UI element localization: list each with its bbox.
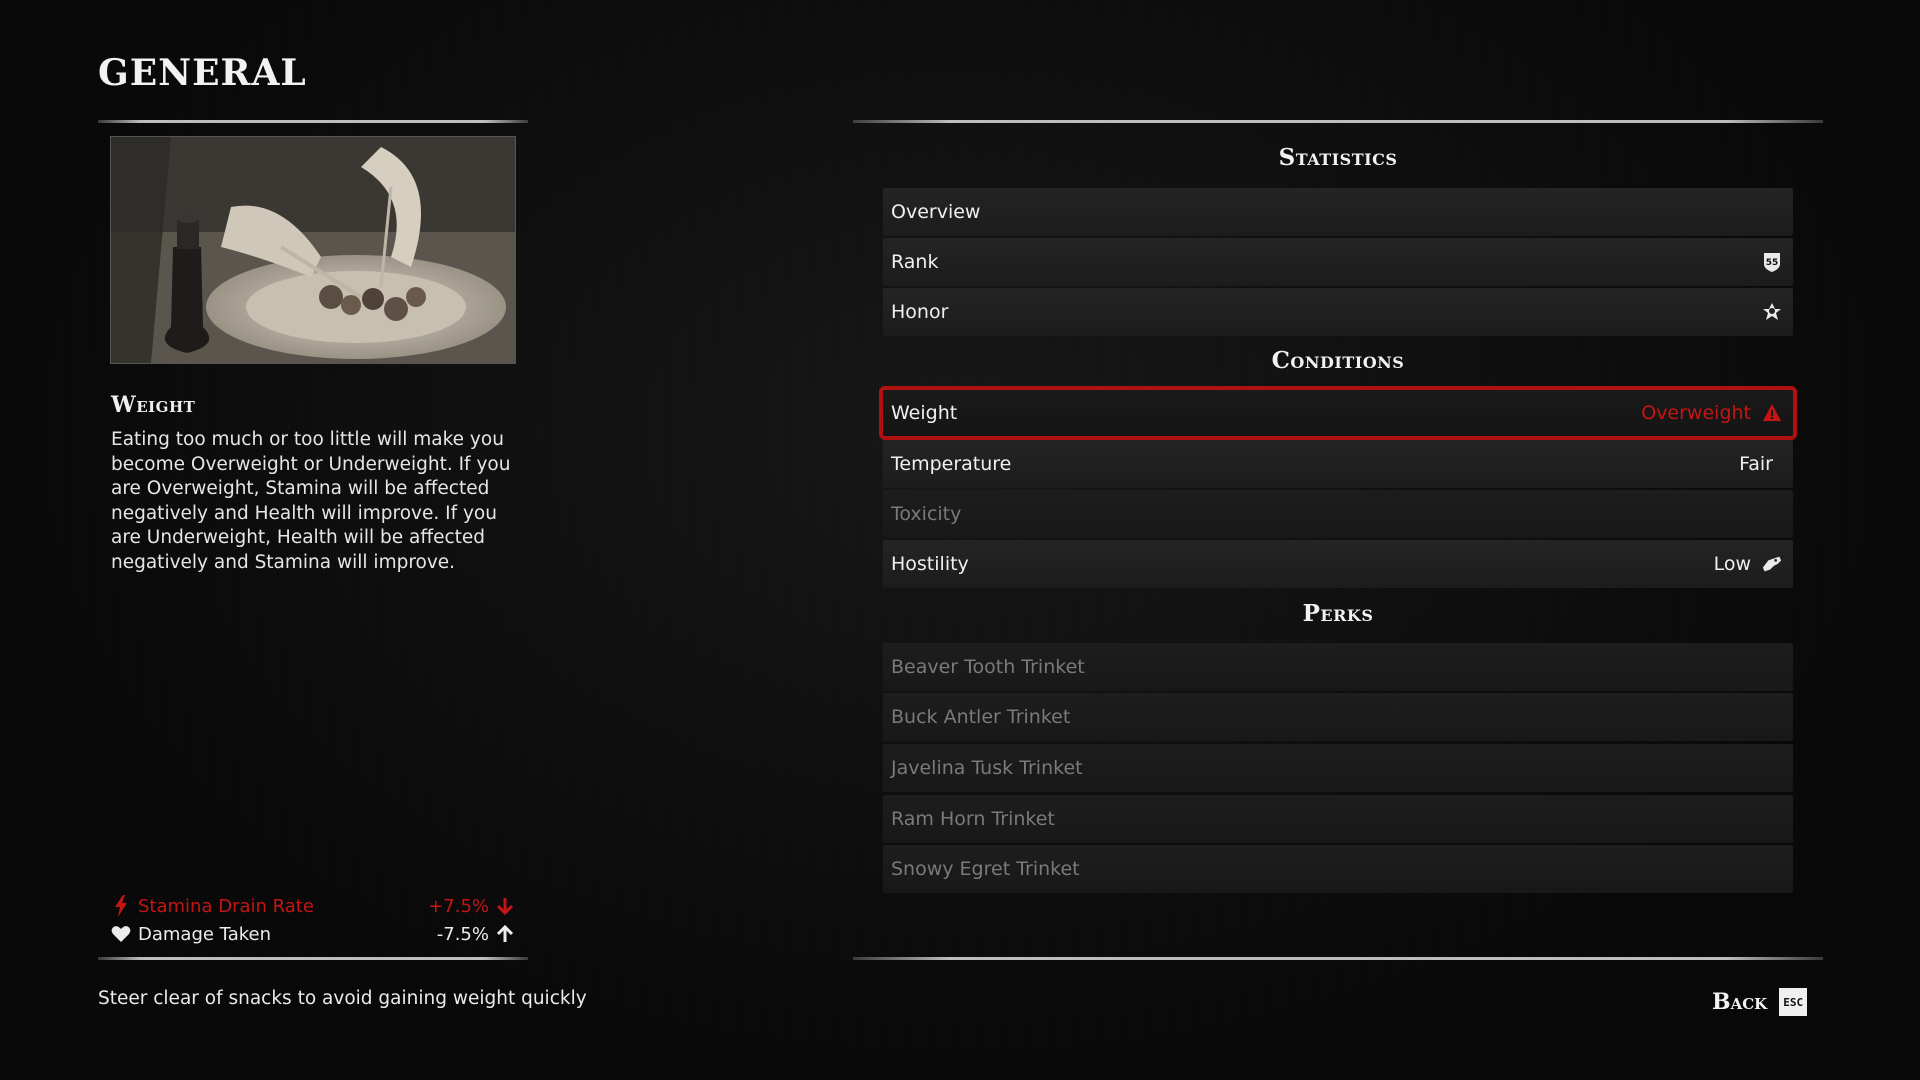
arrow-up-icon xyxy=(495,923,515,945)
row-label: Rank xyxy=(891,251,939,273)
warning-icon xyxy=(1761,402,1783,424)
section-header-statistics: Statistics xyxy=(1278,144,1398,171)
section-header-conditions: Conditions xyxy=(1271,347,1405,374)
effect-stamina-drain: Stamina Drain Rate +7.5% xyxy=(110,892,515,920)
hostility-icon xyxy=(1761,553,1783,575)
info-title: Weight xyxy=(111,392,196,418)
row-toxicity[interactable]: Toxicity xyxy=(883,490,1793,538)
heart-icon xyxy=(110,923,132,945)
row-value: Low xyxy=(1713,553,1751,575)
divider xyxy=(98,957,528,960)
effect-value: -7.5% xyxy=(436,923,489,945)
row-label: Temperature xyxy=(891,453,1012,475)
row-value: Fair xyxy=(1739,453,1773,475)
row-perk[interactable]: Buck Antler Trinket xyxy=(883,693,1793,741)
row-perk[interactable]: Snowy Egret Trinket xyxy=(883,845,1793,893)
row-label: Overview xyxy=(891,201,981,223)
arrow-down-icon xyxy=(495,895,515,917)
page-title: GENERAL xyxy=(98,52,307,94)
row-label: Snowy Egret Trinket xyxy=(891,858,1080,880)
divider xyxy=(853,120,1823,123)
effect-label: Stamina Drain Rate xyxy=(138,895,314,917)
effect-label: Damage Taken xyxy=(138,923,271,945)
row-label: Toxicity xyxy=(891,503,962,525)
honor-icon xyxy=(1761,301,1783,323)
row-label: Buck Antler Trinket xyxy=(891,706,1071,728)
info-description: Eating too much or too little will make … xyxy=(111,429,511,573)
effects-list: Stamina Drain Rate +7.5% Damage Taken -7… xyxy=(110,892,515,948)
row-label: Javelina Tusk Trinket xyxy=(891,757,1083,779)
row-label: Beaver Tooth Trinket xyxy=(891,656,1085,678)
row-value: Overweight xyxy=(1641,402,1751,424)
esc-key-icon: ESC xyxy=(1779,988,1808,1016)
rank-badge-icon: 55 xyxy=(1761,251,1783,273)
rank-badge-text: 55 xyxy=(1766,258,1779,268)
row-perk[interactable]: Javelina Tusk Trinket xyxy=(883,744,1793,792)
row-label: Honor xyxy=(891,301,949,323)
divider xyxy=(98,120,528,123)
row-weight[interactable]: Weight Overweight xyxy=(879,386,1797,440)
effect-damage-taken: Damage Taken -7.5% xyxy=(110,920,515,948)
row-label: Hostility xyxy=(891,553,969,575)
row-label: Weight xyxy=(891,402,958,424)
row-temperature[interactable]: Temperature Fair xyxy=(883,440,1793,488)
row-hostility[interactable]: Hostility Low xyxy=(883,540,1793,588)
lightning-icon xyxy=(110,895,132,917)
row-perk[interactable]: Ram Horn Trinket xyxy=(883,795,1793,843)
effect-value: +7.5% xyxy=(428,895,489,917)
divider xyxy=(853,957,1823,960)
section-header-perks: Perks xyxy=(1302,600,1374,627)
hint-text: Steer clear of snacks to avoid gaining w… xyxy=(98,988,587,1009)
row-rank[interactable]: Rank 55 xyxy=(883,238,1793,286)
back-label: Back xyxy=(1712,989,1768,1015)
row-honor[interactable]: Honor xyxy=(883,288,1793,336)
row-label: Ram Horn Trinket xyxy=(891,808,1055,830)
back-button[interactable]: Back ESC xyxy=(1712,988,1808,1016)
row-perk[interactable]: Beaver Tooth Trinket xyxy=(883,643,1793,691)
dining-illustration xyxy=(110,136,516,364)
row-overview[interactable]: Overview xyxy=(883,188,1793,236)
